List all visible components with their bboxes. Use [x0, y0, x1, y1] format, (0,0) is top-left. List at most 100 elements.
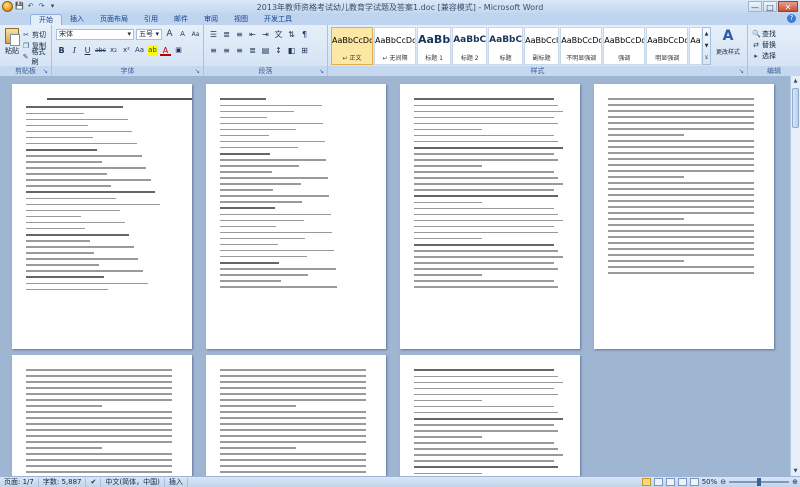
cut-button[interactable]: ✂ 剪切 — [22, 29, 51, 40]
tab-6[interactable]: 视图 — [226, 14, 256, 25]
italic-button[interactable]: I — [69, 45, 80, 56]
grow-font-button[interactable]: A — [164, 29, 175, 40]
tab-0[interactable]: 开始 — [30, 14, 62, 25]
styles-launcher-icon[interactable]: ↘ — [739, 68, 746, 75]
office-button[interactable] — [2, 1, 13, 12]
change-styles-button[interactable]: A 更改样式 — [714, 27, 742, 65]
style-item[interactable]: AaBbC 标题 2 — [452, 27, 488, 65]
tab-1[interactable]: 插入 — [62, 14, 92, 25]
decrease-indent-icon[interactable]: ⇤ — [247, 29, 258, 40]
align-center-icon[interactable]: ≡ — [221, 45, 232, 56]
zoom-slider[interactable] — [729, 478, 790, 486]
zoom-level[interactable]: 50% — [702, 478, 718, 486]
close-button[interactable]: ✕ — [778, 1, 798, 12]
style-item[interactable]: AaBb 标题 1 — [417, 27, 452, 65]
underline-button[interactable]: U — [82, 45, 93, 56]
style-item[interactable]: AaBbCcDd 明显强调 — [646, 27, 689, 65]
font-launcher-icon[interactable]: ↘ — [195, 68, 202, 75]
clear-format-button[interactable]: Aa — [190, 29, 201, 40]
outline-view-icon[interactable] — [677, 478, 687, 486]
strikethrough-button[interactable]: abc — [95, 45, 106, 56]
numbering-icon[interactable]: ≣ — [221, 29, 232, 40]
align-left-icon[interactable]: ≡ — [208, 45, 219, 56]
document-page[interactable] — [400, 355, 580, 476]
clipboard-launcher-icon[interactable]: ↘ — [43, 68, 50, 75]
distributed-icon[interactable]: ▤ — [260, 45, 271, 56]
draft-view-icon[interactable] — [689, 478, 699, 486]
customize-qat-icon[interactable]: ▾ — [48, 2, 57, 11]
show-marks-icon[interactable]: ¶ — [299, 29, 310, 40]
document-area[interactable] — [0, 76, 790, 476]
align-right-icon[interactable]: ≡ — [234, 45, 245, 56]
vertical-scrollbar[interactable]: ▲ ▼ — [790, 76, 800, 476]
format-painter-button[interactable]: ✎ 格式刷 — [22, 48, 51, 66]
full-screen-view-icon[interactable] — [653, 478, 663, 486]
scroll-up-icon[interactable]: ▲ — [792, 77, 799, 85]
page-indicator[interactable]: 页面: 1/7 — [0, 477, 39, 487]
document-page[interactable] — [12, 84, 192, 349]
zoom-slider-knob[interactable] — [757, 478, 762, 486]
style-item[interactable]: AaBbCcDd 强调 — [603, 27, 646, 65]
help-icon[interactable]: ? — [787, 14, 796, 23]
bold-button[interactable]: B — [56, 45, 67, 56]
scroll-thumb[interactable] — [792, 88, 799, 128]
style-item[interactable]: AaBbCcDd 不明显强调 — [560, 27, 603, 65]
superscript-button[interactable]: x² — [121, 45, 132, 56]
char-border-icon[interactable]: ▣ — [173, 45, 184, 56]
sort-icon[interactable]: ⇅ — [286, 29, 297, 40]
paste-button[interactable]: 粘贴 — [3, 28, 21, 64]
tab-7[interactable]: 开发工具 — [256, 14, 300, 25]
proofing-status[interactable]: ✔ — [86, 477, 102, 487]
style-item[interactable]: AaBbCcDd ↵ 正文 — [331, 27, 373, 65]
font-color-button[interactable]: A — [160, 45, 171, 56]
tab-2[interactable]: 页面布局 — [92, 14, 136, 25]
style-item[interactable]: AaBbCcDd ↵ 无间隔 — [374, 27, 416, 65]
zoom-in-icon[interactable]: ⊕ — [792, 478, 798, 486]
text-line — [608, 146, 754, 148]
font-size-select[interactable]: 五号 ▾ — [136, 29, 162, 40]
zoom-out-icon[interactable]: ⊖ — [720, 478, 726, 486]
language-indicator[interactable]: 中文(简体，中国) — [101, 477, 165, 487]
save-icon[interactable]: 💾 — [15, 2, 24, 11]
highlight-button[interactable]: ab — [147, 45, 158, 56]
increase-indent-icon[interactable]: ⇥ — [260, 29, 271, 40]
paragraph-launcher-icon[interactable]: ↘ — [319, 68, 326, 75]
bullets-icon[interactable]: ☰ — [208, 29, 219, 40]
style-item[interactable]: AaBbC 标题 — [488, 27, 524, 65]
document-page[interactable] — [12, 355, 192, 476]
borders-icon[interactable]: ⊞ — [299, 45, 310, 56]
style-item[interactable]: AaBbCcl 副标题 — [524, 27, 560, 65]
tab-5[interactable]: 审阅 — [196, 14, 226, 25]
gallery-scroll[interactable]: ▲ ▼ ⊻ — [702, 27, 711, 65]
line-spacing-icon[interactable]: ↕ — [273, 45, 284, 56]
shrink-font-button[interactable]: A — [177, 29, 188, 40]
insert-mode[interactable]: 插入 — [165, 477, 188, 487]
font-name-select[interactable]: 宋体 ▾ — [56, 29, 134, 40]
word-count[interactable]: 字数: 5,887 — [39, 477, 87, 487]
print-layout-view-icon[interactable] — [641, 478, 651, 486]
web-layout-view-icon[interactable] — [665, 478, 675, 486]
redo-icon[interactable]: ↷ — [37, 2, 46, 11]
text-line — [47, 98, 192, 100]
text-line — [26, 179, 151, 181]
chinese-layout-icon[interactable]: 文 — [273, 29, 284, 40]
document-page[interactable] — [400, 84, 580, 349]
document-page[interactable] — [594, 84, 774, 349]
document-page[interactable] — [206, 355, 386, 476]
maximize-button[interactable]: □ — [763, 1, 777, 12]
select-button[interactable]: ▸ 选择 — [752, 50, 776, 61]
undo-icon[interactable]: ↶ — [26, 2, 35, 11]
replace-button[interactable]: ⇄ 替换 — [752, 39, 776, 50]
document-page[interactable] — [206, 84, 386, 349]
tab-3[interactable]: 引用 — [136, 14, 166, 25]
shading-icon[interactable]: ◧ — [286, 45, 297, 56]
scroll-down-icon[interactable]: ▼ — [792, 467, 799, 475]
tab-4[interactable]: 邮件 — [166, 14, 196, 25]
change-case-button[interactable]: Aa — [134, 45, 145, 56]
justify-icon[interactable]: ≣ — [247, 45, 258, 56]
style-item[interactable]: AaBbCcDd 要点 — [689, 27, 701, 65]
subscript-button[interactable]: x₂ — [108, 45, 119, 56]
multilevel-list-icon[interactable]: ≡ — [234, 29, 245, 40]
minimize-button[interactable]: — — [748, 1, 762, 12]
find-button[interactable]: 🔍 查找 — [752, 28, 776, 39]
